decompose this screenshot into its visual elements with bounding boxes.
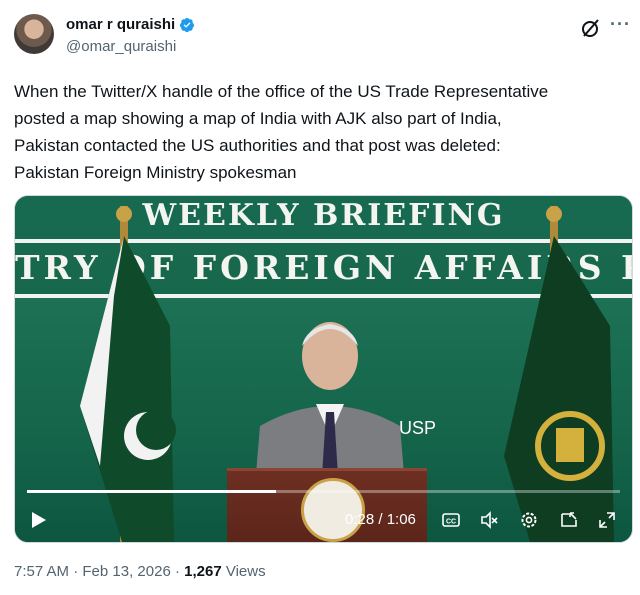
separator: · bbox=[73, 563, 79, 580]
separator: · bbox=[174, 563, 180, 580]
post-header: omar r quraishi @omar_quraishi ··· bbox=[0, 0, 640, 70]
views-count: 1,267 bbox=[184, 563, 222, 580]
author-handle[interactable]: @omar_quraishi bbox=[66, 38, 176, 55]
settings-icon[interactable] bbox=[519, 510, 539, 530]
views-label: Views bbox=[225, 563, 266, 580]
post-text: When the Twitter/X handle of the office … bbox=[14, 82, 549, 182]
more-icon[interactable]: ··· bbox=[610, 14, 631, 35]
play-icon[interactable] bbox=[31, 511, 47, 529]
post-metadata: 7:57 AM · Feb 13, 2026 · 1,267 Views bbox=[14, 563, 266, 580]
svg-text:CC: CC bbox=[446, 519, 456, 526]
video-player[interactable]: WEEKLY BRIEFING TRY OF FOREIGN AFFAIRS P… bbox=[14, 195, 633, 543]
video-controls: 0:28 / 1:06 CC bbox=[15, 501, 632, 541]
post-date[interactable]: Feb 13, 2026 bbox=[82, 563, 170, 580]
captions-icon[interactable]: CC bbox=[441, 510, 461, 530]
avatar[interactable] bbox=[14, 14, 54, 54]
grok-icon[interactable] bbox=[579, 16, 603, 40]
author-name-row: omar r quraishi bbox=[66, 16, 195, 33]
pip-icon[interactable] bbox=[559, 510, 579, 530]
mute-icon[interactable] bbox=[479, 510, 499, 530]
progress-fill bbox=[27, 490, 277, 493]
verified-badge-icon bbox=[180, 17, 195, 32]
progress-bar[interactable] bbox=[27, 490, 620, 493]
fullscreen-icon[interactable] bbox=[597, 510, 617, 530]
post-time[interactable]: 7:57 AM bbox=[14, 563, 69, 580]
time-display: 0:28 / 1:06 bbox=[345, 511, 416, 528]
author-display-name[interactable]: omar r quraishi bbox=[66, 16, 175, 33]
video-overlay-text: USP bbox=[399, 418, 437, 438]
